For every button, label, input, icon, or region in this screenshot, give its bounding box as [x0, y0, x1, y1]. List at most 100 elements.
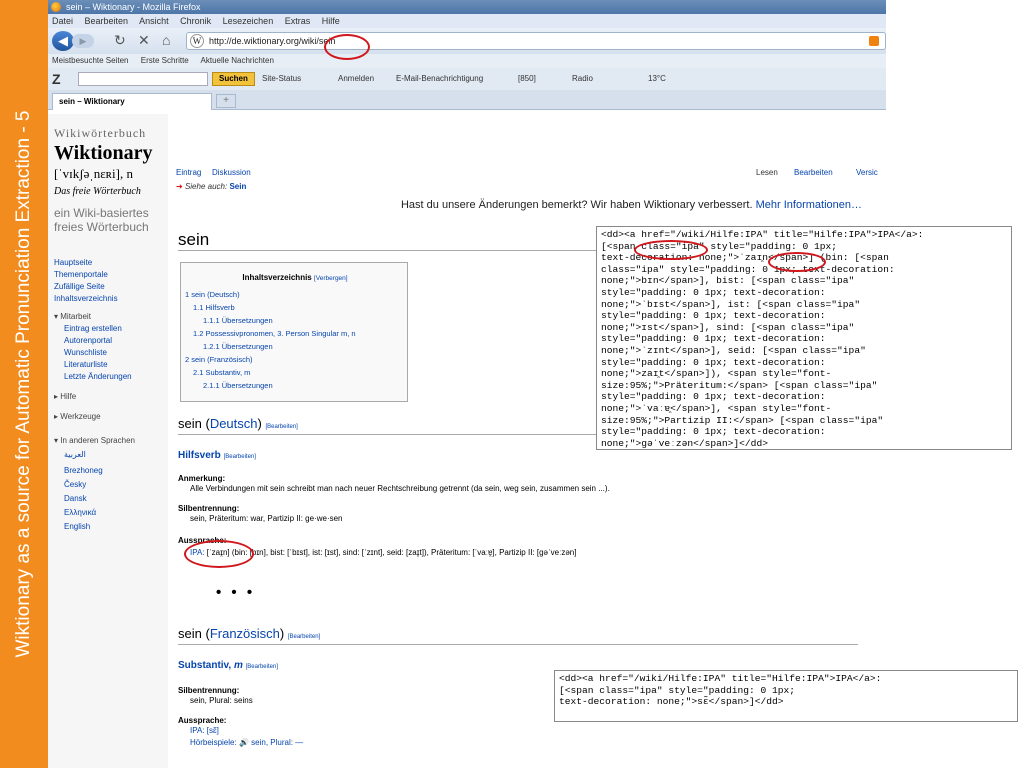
sidebar-section-werkzeuge[interactable]: ▸ Werkzeuge	[54, 412, 101, 421]
code-line: none;">ˈvaːɐ̯</span>], <span style="font…	[601, 402, 832, 414]
toolbar-anmelden[interactable]: Anmelden	[338, 68, 374, 90]
sidebar-lang-dansk[interactable]: Dansk	[64, 494, 87, 503]
toolbar-radio[interactable]: Radio	[572, 68, 593, 90]
tab-bar: sein – Wiktionary +	[48, 90, 886, 110]
code-line: size:95%;">Partizip II:</span> [<span cl…	[601, 414, 884, 426]
menu-chronik[interactable]: Chronik	[180, 16, 211, 26]
toc-item[interactable]: 2 sein (Französisch)	[185, 355, 253, 364]
edit-link[interactable]: [Bearbeiten]	[288, 634, 320, 640]
highlight-circle-ipa-source	[768, 252, 826, 272]
tab-bearbeiten[interactable]: Bearbeiten	[794, 168, 833, 177]
logo-wiktionary[interactable]: Wiktionary	[54, 142, 153, 165]
code-line: none;">ˈbɪst</span>], ist: [<span class=…	[601, 298, 861, 310]
menu-hilfe[interactable]: Hilfe	[322, 16, 340, 26]
sidebar-lang-english[interactable]: English	[64, 522, 90, 531]
sidebar-section-mitarbeit[interactable]: ▾ Mitarbeit	[54, 312, 91, 321]
ipa-text: IPA: [sɛ̃]	[190, 726, 219, 735]
tab-eintrag[interactable]: Eintrag	[176, 168, 201, 177]
table-of-contents: Inhaltsverzeichnis [Verbergen] 1 sein (D…	[180, 262, 408, 402]
slide-side-strip: Wiktionary as a source for Automatic Pro…	[0, 0, 48, 768]
reload-icon[interactable]: ↻	[114, 32, 126, 49]
toolbar-logo[interactable]: Z	[52, 68, 61, 90]
logo-wikiwoerterbuch: Wikiwörterbuch	[54, 126, 147, 140]
home-icon[interactable]: ⌂	[162, 32, 170, 48]
sidebar-item-zufaellig[interactable]: Zufällige Seite	[54, 282, 105, 291]
sidebar-section-languages[interactable]: ▾ In anderen Sprachen	[54, 436, 135, 445]
toolbar-counter[interactable]: [850]	[518, 68, 536, 90]
sidebar-item-autorenportal[interactable]: Autorenportal	[64, 336, 112, 345]
code-line: text-decoration: none;">sɛ̃</span>]</dd>	[559, 696, 784, 708]
tab-sein[interactable]: sein – Wiktionary	[52, 93, 212, 110]
suchen-button[interactable]: Suchen	[212, 72, 255, 86]
edit-link[interactable]: [Bearbeiten]	[265, 424, 297, 430]
menu-bearbeiten[interactable]: Bearbeiten	[85, 16, 129, 26]
code-line: style="padding: 0 1px; text-decoration:	[601, 310, 826, 322]
edit-link[interactable]: [Bearbeiten]	[246, 664, 278, 670]
toc-hide-link[interactable]: [Verbergen]	[314, 275, 348, 282]
navigation-bar: ◀ ▶ ↻ ✕ ⌂ W http://de.wiktionary.org/wik…	[48, 28, 886, 54]
code-line: style="padding: 0 1px; text-decoration:	[601, 426, 826, 438]
sidebar-item-inhaltsverzeichnis[interactable]: Inhaltsverzeichnis	[54, 294, 118, 303]
toolbar-site-status[interactable]: Site-Status	[262, 68, 301, 90]
menu-extras[interactable]: Extras	[285, 16, 311, 26]
url-text: http://de.wiktionary.org/wiki/sein	[209, 36, 336, 46]
bookmark-nachrichten[interactable]: Aktuelle Nachrichten	[201, 56, 274, 65]
lang-link-franzoesisch[interactable]: Französisch	[210, 626, 280, 641]
code-line: <dd><a href="/wiki/Hilfe:IPA" title="Hil…	[601, 229, 924, 240]
sidebar-item-literaturliste[interactable]: Literaturliste	[64, 360, 108, 369]
sidebar-section-hilfe[interactable]: ▸ Hilfe	[54, 392, 76, 401]
sidebar-item-themenportale[interactable]: Themenportale	[54, 270, 108, 279]
sidebar-item-eintrag-erstellen[interactable]: Eintrag erstellen	[64, 324, 122, 333]
menu-lesezeichen[interactable]: Lesezeichen	[223, 16, 274, 26]
sidebar-item-hauptseite[interactable]: Hauptseite	[54, 258, 92, 267]
bookmark-erste-schritte[interactable]: Erste Schritte	[141, 56, 189, 65]
code-line: none;">ɪst</span>], sind: [<span class="…	[601, 321, 855, 333]
toc-item[interactable]: 1 sein (Deutsch)	[185, 290, 240, 299]
sidebar-lang-brezhoneg[interactable]: Brezhoneg	[64, 466, 103, 475]
edit-link[interactable]: [Bearbeiten]	[224, 454, 256, 460]
toc-item[interactable]: 1.2 Possessivpronomen, 3. Person Singula…	[193, 329, 356, 338]
new-tab-button[interactable]: +	[216, 94, 236, 108]
toc-item[interactable]: 1.2.1 Übersetzungen	[203, 342, 273, 351]
toc-item[interactable]: 2.1 Substantiv, m	[193, 368, 250, 377]
sidebar-lang-greek[interactable]: Ελληνικά	[64, 508, 96, 517]
aussprache-label: Aussprache:	[178, 716, 227, 725]
tab-versionen[interactable]: Versic	[856, 168, 878, 177]
bookmark-meistbesucht[interactable]: Meistbesuchte Seiten	[52, 56, 129, 65]
siehe-auch-link[interactable]: Sein	[229, 182, 246, 191]
notice-more-link[interactable]: Mehr Informationen…	[756, 199, 862, 211]
logo-ipa: [ˈvɪkʃəˌnɛʀi], n	[54, 166, 133, 181]
sidebar-lang-cesky[interactable]: Česky	[64, 480, 86, 489]
sidebar-item-wunschliste[interactable]: Wunschliste	[64, 348, 107, 357]
toolbar-email[interactable]: E-Mail-Benachrichtigung	[396, 68, 483, 90]
speaker-icon[interactable]: 🔊	[239, 738, 249, 747]
tab-lesen[interactable]: Lesen	[756, 168, 778, 177]
logo-description: ein Wiki-basiertes freies Wörterbuch	[54, 206, 149, 234]
menu-ansicht[interactable]: Ansicht	[139, 16, 169, 26]
menu-datei[interactable]: Datei	[52, 16, 73, 26]
forward-arrow-icon[interactable]: ▶	[72, 34, 94, 48]
sidebar-item-letzte-aenderungen[interactable]: Letzte Änderungen	[64, 372, 132, 381]
code-line: none;">ɡəˈveːzən</span>]</dd>	[601, 437, 768, 449]
rss-icon[interactable]	[869, 36, 879, 46]
toc-item[interactable]: 1.1.1 Übersetzungen	[203, 316, 273, 325]
toc-item[interactable]: 2.1.1 Übersetzungen	[203, 381, 273, 390]
stop-icon[interactable]: ✕	[138, 32, 150, 49]
silbentrennung-text: sein, Präteritum: war, Partizip II: ge·w…	[190, 514, 343, 523]
back-arrow-icon[interactable]: ◀	[52, 31, 74, 51]
anmerkung-label: Anmerkung:	[178, 474, 226, 483]
toc-item[interactable]: 1.1 Hilfsverb	[193, 303, 235, 312]
url-bar[interactable]: W http://de.wiktionary.org/wiki/sein	[186, 32, 886, 50]
siehe-arrow-icon: ➜	[176, 182, 183, 191]
section-heading-deutsch: sein (Deutsch) [Bearbeiten]	[178, 416, 298, 431]
toolbar-search-input[interactable]	[78, 72, 208, 86]
lang-link-deutsch[interactable]: Deutsch	[210, 416, 258, 431]
anmerkung-text: Alle Verbindungen mit sein schreibt man …	[190, 484, 610, 493]
tab-diskussion[interactable]: Diskussion	[212, 168, 251, 177]
pos-heading-hilfsverb: Hilfsverb [Bearbeiten]	[178, 450, 256, 461]
addon-toolbar: Z Suchen Site-Status Anmelden E-Mail-Ben…	[48, 68, 886, 90]
sidebar-lang-arabic[interactable]: العربية	[64, 450, 86, 459]
code-line: none;">ˈzɪnt</span>], seid: [<span class…	[601, 344, 866, 356]
slide-title: Wiktionary as a source for Automatic Pro…	[13, 110, 34, 658]
toolbar-weather[interactable]: 13°C	[648, 68, 666, 90]
